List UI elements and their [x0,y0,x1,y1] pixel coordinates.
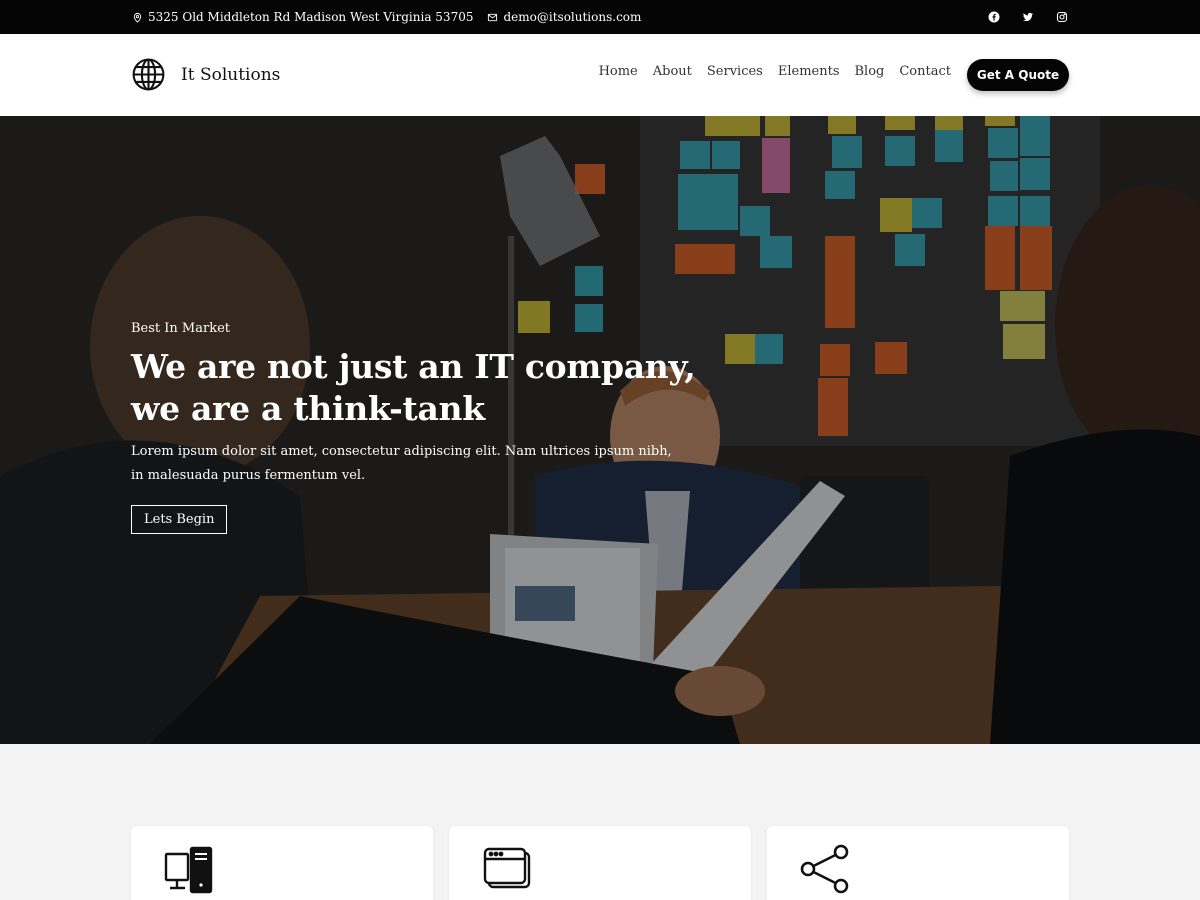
nav-about[interactable]: About [653,64,692,79]
site-logo[interactable]: It Solutions [131,57,280,92]
service-card-1[interactable] [131,826,433,900]
contact-info: 5325 Old Middleton Rd Madison West Virgi… [132,0,641,34]
browser-window-icon [483,847,531,889]
globe-icon [132,58,165,91]
site-header: It Solutions Home About Services Element… [0,34,1200,116]
nav-elements[interactable]: Elements [778,64,840,79]
main-nav: Home About Services Elements Blog Contac… [599,64,951,79]
nav-home[interactable]: Home [599,64,638,79]
services-section [0,744,1200,900]
facebook-icon[interactable] [988,11,1000,23]
hero-content: Best In Market We are not just an IT com… [131,321,701,534]
hero-title: We are not just an IT company, we are a … [131,346,701,430]
nav-blog[interactable]: Blog [855,64,885,79]
address-item: 5325 Old Middleton Rd Madison West Virgi… [132,10,473,24]
instagram-icon[interactable] [1056,11,1068,23]
twitter-icon[interactable] [1022,11,1034,23]
hero-section: Best In Market We are not just an IT com… [0,116,1200,744]
email-item[interactable]: demo@itsolutions.com [487,10,641,24]
get-quote-button[interactable]: Get A Quote [967,59,1069,91]
share-icon [800,844,849,894]
hero-kicker: Best In Market [131,321,230,336]
hero-description-line-1: Lorem ipsum dolor sit amet, consectetur … [131,444,672,459]
desktop-computer-icon [164,846,213,894]
service-card-3[interactable] [767,826,1069,900]
top-bar: 5325 Old Middleton Rd Madison West Virgi… [0,0,1200,34]
service-card-2[interactable] [449,826,751,900]
hero-description: Lorem ipsum dolor sit amet, consectetur … [131,440,701,488]
envelope-icon [488,13,498,21]
lets-begin-button[interactable]: Lets Begin [131,505,228,534]
nav-contact[interactable]: Contact [899,64,951,79]
hero-title-line-2: we are a think-tank [131,389,485,428]
social-links [988,0,1068,34]
email-link[interactable]: demo@itsolutions.com [503,10,641,24]
nav-services[interactable]: Services [707,64,763,79]
hero-title-line-1: We are not just an IT company, [131,347,696,386]
brand-name: It Solutions [181,64,281,85]
address-text: 5325 Old Middleton Rd Madison West Virgi… [148,10,474,24]
hero-description-line-2: in malesuada purus fermentum vel. [131,468,366,483]
map-pin-icon [133,12,142,23]
